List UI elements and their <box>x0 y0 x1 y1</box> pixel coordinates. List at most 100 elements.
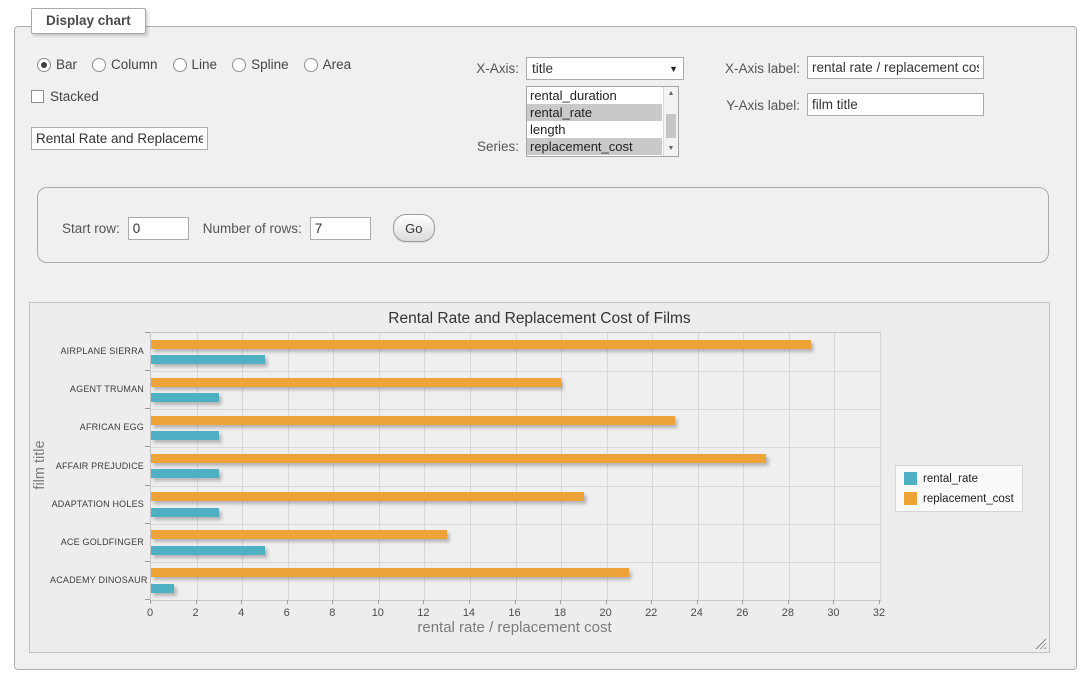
gridline <box>151 562 880 563</box>
bar-replacement_cost-airplane-sierra <box>151 340 811 349</box>
resize-handle-icon[interactable] <box>1035 638 1046 649</box>
gridline <box>743 333 744 600</box>
y-tick <box>145 523 150 524</box>
y-axis-label-input[interactable] <box>807 93 984 116</box>
chart-type-option-column[interactable]: Column <box>92 57 158 72</box>
series-option-replacement_cost[interactable]: replacement_cost <box>527 138 662 155</box>
num-rows-input[interactable] <box>310 217 371 240</box>
radio-icon[interactable] <box>92 58 106 72</box>
x-tick-label: 6 <box>272 607 302 619</box>
listbox-scrollbar[interactable]: ▲ ▼ <box>663 87 678 156</box>
y-axis-title: film title <box>32 440 48 489</box>
scroll-up-icon[interactable]: ▲ <box>664 88 678 100</box>
y-tick <box>145 561 150 562</box>
gridline <box>516 333 517 600</box>
legend-item-rental_rate[interactable]: rental_rate <box>904 472 1014 485</box>
x-tick <box>560 600 561 604</box>
chart-type-option-bar[interactable]: Bar <box>37 57 77 72</box>
y-tick <box>145 446 150 447</box>
x-tick <box>833 600 834 604</box>
bar-rental_rate-agent-truman <box>151 393 219 402</box>
go-button[interactable]: Go <box>393 214 435 242</box>
chart-type-option-area[interactable]: Area <box>304 57 352 72</box>
x-tick <box>651 600 652 604</box>
chart-type-option-label: Line <box>192 57 218 72</box>
x-tick-label: 28 <box>773 607 803 619</box>
x-tick-label: 10 <box>363 607 393 619</box>
gridline <box>880 333 881 600</box>
bar-replacement_cost-african-egg <box>151 416 675 425</box>
x-tick-label: 20 <box>591 607 621 619</box>
radio-icon[interactable] <box>232 58 246 72</box>
radio-icon[interactable] <box>304 58 318 72</box>
scrollbar-thumb[interactable] <box>666 114 676 138</box>
series-option-rental_duration[interactable]: rental_duration <box>527 87 662 104</box>
radio-icon[interactable] <box>37 58 51 72</box>
scroll-down-icon[interactable]: ▼ <box>664 143 678 155</box>
category-label: ADAPTATION HOLES <box>50 498 144 510</box>
panel-title: Display chart <box>31 8 146 34</box>
x-axis-label-input[interactable] <box>807 56 984 79</box>
start-row-input[interactable] <box>128 217 189 240</box>
x-tick-label: 22 <box>636 607 666 619</box>
gridline <box>197 333 198 600</box>
x-tick-label: 16 <box>500 607 530 619</box>
num-rows-label: Number of rows: <box>203 221 302 236</box>
gridline <box>561 333 562 600</box>
bar-replacement_cost-affair-prejudice <box>151 454 766 463</box>
x-tick-label: 26 <box>727 607 757 619</box>
legend-swatch-icon <box>904 492 917 505</box>
x-tick <box>879 600 880 604</box>
stacked-label: Stacked <box>50 89 99 104</box>
gridline <box>151 371 880 372</box>
x-tick-label: 4 <box>226 607 256 619</box>
legend-item-replacement_cost[interactable]: replacement_cost <box>904 492 1014 505</box>
gridline <box>424 333 425 600</box>
gridline <box>607 333 608 600</box>
category-label: AIRPLANE SIERRA <box>50 345 144 357</box>
series-listbox[interactable]: rental_durationrental_ratelengthreplacem… <box>526 86 679 157</box>
radio-icon[interactable] <box>173 58 187 72</box>
series-select-label: Series: <box>459 139 519 154</box>
start-row-label: Start row: <box>62 221 120 236</box>
x-axis-select[interactable]: title ▼ <box>526 57 684 80</box>
stacked-checkbox-row[interactable]: Stacked <box>31 89 99 104</box>
chart-type-option-label: Spline <box>251 57 289 72</box>
category-label: ACE GOLDFINGER <box>50 536 144 548</box>
x-tick <box>515 600 516 604</box>
x-tick-label: 32 <box>864 607 894 619</box>
gridline <box>151 409 880 410</box>
x-tick-label: 12 <box>408 607 438 619</box>
legend-label: replacement_cost <box>923 493 1014 505</box>
chart-type-option-line[interactable]: Line <box>173 57 218 72</box>
x-axis-selected-value: title <box>532 61 553 76</box>
series-option-length[interactable]: length <box>527 121 662 138</box>
chart-legend: rental_rate replacement_cost <box>895 465 1023 512</box>
bar-replacement_cost-adaptation-holes <box>151 492 584 501</box>
gridline <box>834 333 835 600</box>
x-tick-label: 30 <box>818 607 848 619</box>
chart-type-radio-group: Bar Column Line Spline Area <box>37 57 351 72</box>
legend-swatch-icon <box>904 472 917 485</box>
x-tick-label: 0 <box>135 607 165 619</box>
gridline <box>151 447 880 448</box>
gridline <box>652 333 653 600</box>
chart-type-option-spline[interactable]: Spline <box>232 57 289 72</box>
stacked-checkbox[interactable] <box>31 90 44 103</box>
y-tick <box>145 599 150 600</box>
x-tick <box>332 600 333 604</box>
x-tick <box>697 600 698 604</box>
gridline <box>379 333 380 600</box>
category-label: AFRICAN EGG <box>50 421 144 433</box>
display-chart-panel: Display chart BarColumnLineSplineArea St… <box>14 26 1077 670</box>
x-tick <box>742 600 743 604</box>
x-tick-label: 24 <box>682 607 712 619</box>
bar-replacement_cost-ace-goldfinger <box>151 530 447 539</box>
x-tick <box>241 600 242 604</box>
plot-area <box>150 332 881 601</box>
bar-rental_rate-african-egg <box>151 431 219 440</box>
x-axis-label-label: X-Axis label: <box>710 61 800 76</box>
chart-title-input[interactable] <box>31 127 208 150</box>
series-option-rental_rate[interactable]: rental_rate <box>527 104 662 121</box>
bar-rental_rate-academy-dinosaur <box>151 584 174 593</box>
